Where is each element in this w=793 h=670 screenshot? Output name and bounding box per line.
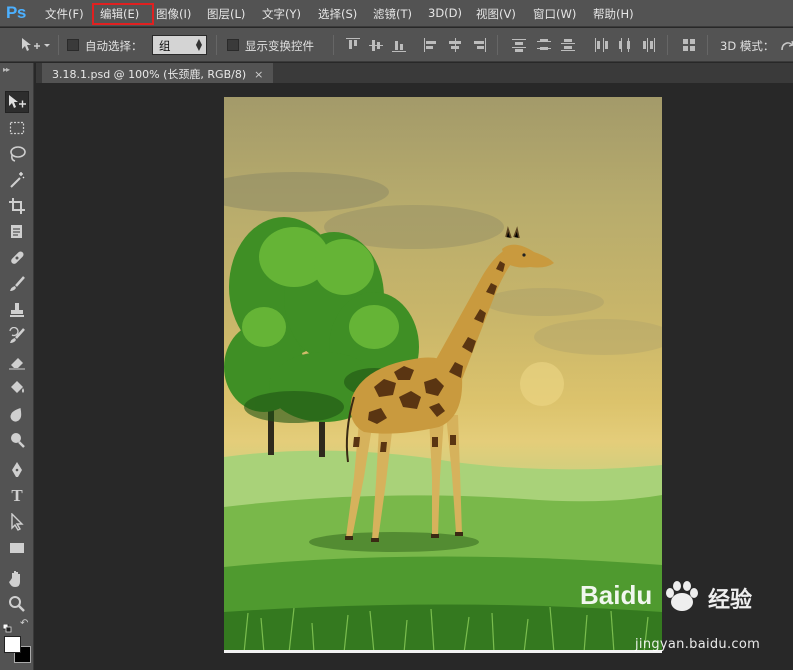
menu-select[interactable]: 选择(S) (318, 6, 357, 22)
eraser-tool-icon[interactable] (5, 351, 29, 373)
hand-tool-icon[interactable] (5, 567, 29, 589)
move-tool-icon[interactable] (20, 37, 50, 53)
distribute-vcenter-icon[interactable] (537, 38, 551, 52)
paint-bucket-tool-icon[interactable] (5, 377, 29, 399)
collapse-panel-icon[interactable]: ▸▸ (3, 65, 10, 74)
baidu-paw-icon (660, 579, 704, 613)
align-vcenter-icon[interactable] (369, 38, 383, 52)
auto-select-dropdown[interactable]: 组 ▲ ▼ (152, 35, 207, 55)
align-left-icon[interactable] (424, 38, 438, 52)
align-hcenter-icon[interactable] (448, 38, 462, 52)
menu-view[interactable]: 视图(V) (476, 6, 516, 22)
path-selection-tool-icon[interactable] (5, 511, 29, 533)
baidu-watermark-logo: Baidu (580, 580, 653, 610)
jingyan-watermark-text: 经验 (708, 588, 753, 613)
healing-brush-tool-icon[interactable] (5, 247, 29, 269)
updown-arrow-icon: ▲ ▼ (195, 37, 202, 52)
menu-help[interactable]: 帮助(H) (593, 6, 634, 22)
menu-image[interactable]: 图像(I) (156, 6, 191, 22)
move-tool-icon[interactable] (5, 91, 29, 113)
align-right-icon[interactable] (472, 38, 486, 52)
menu-window[interactable]: 窗口(W) (533, 6, 576, 22)
separator (497, 35, 498, 55)
distribute-hcenter-icon[interactable] (618, 38, 632, 52)
separator (58, 35, 59, 55)
3d-rotate-icon[interactable] (780, 38, 793, 52)
brush-tool-icon[interactable] (5, 273, 29, 295)
giraffe-scene-image (224, 172, 662, 653)
show-transform-label: 显示变换控件 (245, 39, 314, 53)
dodge-tool-icon[interactable] (5, 429, 29, 451)
eyedropper-tool-icon[interactable] (5, 221, 29, 243)
document-tab-bar: 3.18.1.psd @ 100% (长颈鹿, RGB/8) × (36, 63, 793, 83)
watermark-url: jingyan.baidu.com (635, 637, 761, 652)
blur-tool-icon[interactable] (5, 403, 29, 425)
menu-filter[interactable]: 滤镜(T) (373, 6, 412, 22)
distribute-right-icon[interactable] (642, 38, 656, 52)
separator (707, 35, 708, 55)
clone-stamp-tool-icon[interactable] (5, 299, 29, 321)
menu-bar: Ps 文件(F) 编辑(E) 图像(I) 图层(L) 文字(Y) 选择(S) 滤… (0, 0, 793, 27)
3d-mode-label: 3D 模式： (720, 39, 775, 53)
magic-wand-tool-icon[interactable] (5, 169, 29, 191)
separator (667, 35, 668, 55)
menu-3d[interactable]: 3D(D) (428, 6, 462, 20)
crop-tool-icon[interactable] (5, 195, 29, 217)
zoom-tool-icon[interactable] (5, 593, 29, 615)
lasso-tool-icon[interactable] (5, 143, 29, 165)
tools-panel: ▸▸ T ↶ (0, 63, 34, 670)
menu-type[interactable]: 文字(Y) (262, 6, 301, 22)
close-tab-icon[interactable]: × (254, 68, 263, 81)
options-bar: 自动选择： 组 ▲ ▼ 显示变换控件 3D 模式： (0, 28, 793, 62)
separator (333, 35, 334, 55)
menu-file[interactable]: 文件(F) (45, 6, 84, 22)
align-top-icon[interactable] (346, 38, 360, 52)
separator (216, 35, 217, 55)
foreground-color-swatch[interactable] (4, 636, 21, 653)
distribute-top-icon[interactable] (512, 38, 526, 52)
marquee-tool-icon[interactable] (5, 117, 29, 139)
document-tab-title: 3.18.1.psd @ 100% (长颈鹿, RGB/8) (52, 68, 247, 81)
auto-align-layers-icon[interactable] (682, 38, 696, 52)
default-colors-icon[interactable] (2, 619, 13, 633)
type-tool-icon[interactable]: T (5, 485, 29, 507)
history-brush-tool-icon[interactable] (5, 325, 29, 347)
align-bottom-icon[interactable] (392, 38, 406, 52)
distribute-left-icon[interactable] (594, 38, 608, 52)
rectangle-tool-icon[interactable] (5, 537, 29, 559)
auto-select-checkbox[interactable] (67, 39, 79, 51)
document-canvas[interactable] (224, 97, 662, 653)
auto-select-label: 自动选择： (85, 39, 143, 53)
pen-tool-icon[interactable] (5, 459, 29, 481)
swap-colors-icon[interactable]: ↶ (20, 619, 30, 629)
document-tab[interactable]: 3.18.1.psd @ 100% (长颈鹿, RGB/8) × (42, 63, 274, 83)
menu-layer[interactable]: 图层(L) (207, 6, 245, 22)
edit-menu-highlight-box (92, 3, 154, 25)
distribute-bottom-icon[interactable] (561, 38, 575, 52)
auto-select-value: 组 (159, 39, 171, 53)
show-transform-checkbox[interactable] (227, 39, 239, 51)
photoshop-logo: Ps (6, 3, 26, 22)
